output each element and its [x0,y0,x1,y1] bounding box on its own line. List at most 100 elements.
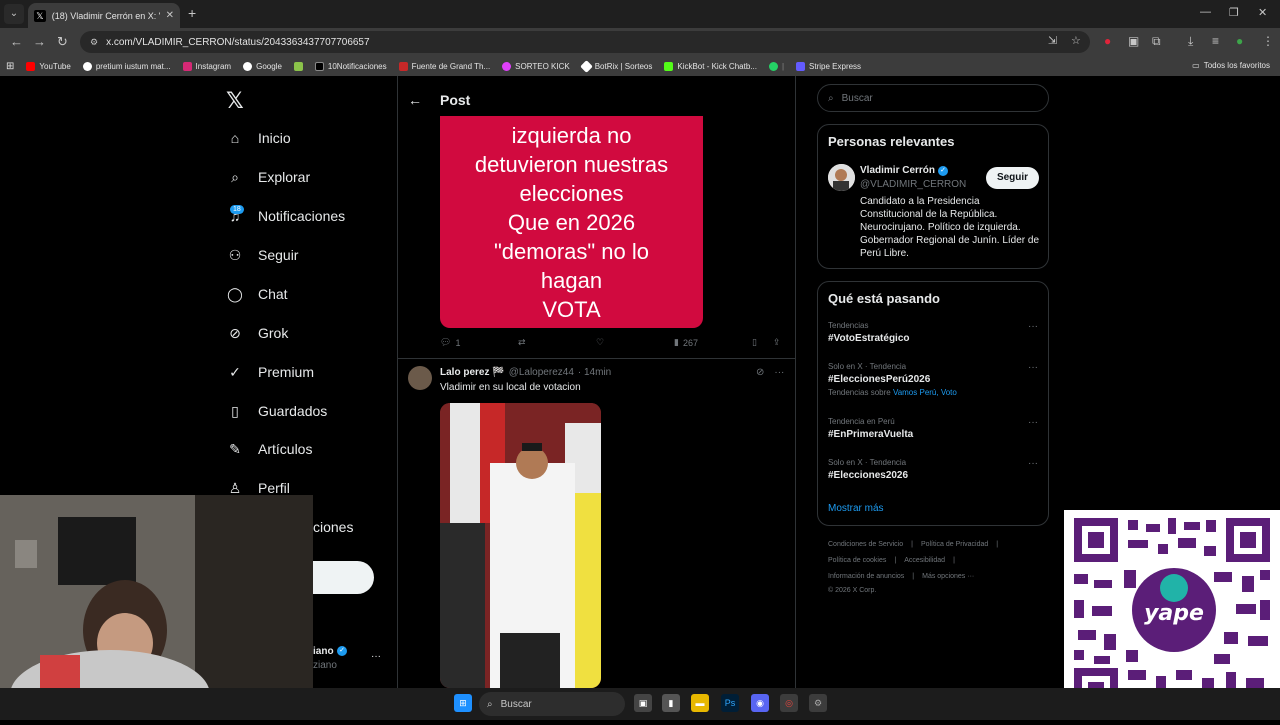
tab-close-icon[interactable]: ✕ [166,10,174,21]
task-view-icon[interactable]: ▣ [634,694,652,712]
bookmark-10notificaciones[interactable]: 10Notificaciones [314,61,387,71]
back-icon[interactable]: ← [10,34,23,49]
footer-link[interactable]: Condiciones de Servicio [828,541,903,548]
bookmark-kickbot[interactable]: KickBot - Kick Chatb... [664,61,757,71]
reply-image[interactable] [440,403,601,688]
bookmark-youtube[interactable]: YouTube [26,61,71,71]
post-image[interactable]: izquierda no detuvieron nuestras eleccio… [440,116,703,328]
reply-author-name[interactable]: Lalo perez 🏁 [440,367,505,378]
account-name-partial[interactable]: iano [313,646,334,657]
trend-more-icon[interactable]: ··· [1028,362,1038,373]
download-icon[interactable]: ⤓ [1188,34,1193,49]
follow-button[interactable]: Seguir [986,167,1039,189]
trend-item[interactable]: Solo en X · Tendencia #Elecciones2026 ··… [828,458,1038,481]
install-app-icon[interactable]: ⇲ [1048,34,1057,47]
chrome-icon[interactable]: ◎ [780,694,798,712]
footer-more-link[interactable]: Más opciones ··· [922,573,974,580]
new-tab-button[interactable]: + [188,5,196,21]
sidebar-item-label: Perfil [258,480,290,496]
window-close-icon[interactable]: ✕ [1258,6,1267,19]
sidebar-item-grok[interactable]: ⊘ Grok [226,324,288,342]
sidebar-item-chat[interactable]: ◯ Chat [226,285,287,303]
x-logo-icon[interactable]: 𝕏 [226,88,244,114]
footer-link[interactable]: Política de Privacidad [921,541,988,548]
avatar[interactable] [828,164,855,191]
extension-red-icon[interactable]: ● [1104,34,1111,48]
account-more-icon[interactable]: ··· [371,651,381,662]
reply-author-handle[interactable]: @Laloperez [509,367,563,378]
sidebar-item-explorar[interactable]: ⌕ Explorar [226,168,310,186]
like-button[interactable]: ♡ [596,337,604,348]
sidebar-item-inicio[interactable]: ⌂ Inicio [226,129,291,147]
apps-icon[interactable]: ⊞ [6,61,14,72]
forward-icon[interactable]: → [33,34,46,49]
sidebar-item-notificaciones[interactable]: ♫ Notificaciones [226,207,345,225]
trend-more-icon[interactable]: ··· [1028,458,1038,469]
reload-icon[interactable]: ↻ [57,34,68,50]
bookmark-instagram[interactable]: Instagram [182,61,231,71]
chrome-menu-icon[interactable]: ⋮ [1262,34,1274,48]
footer-link[interactable]: Política de cookies [828,557,886,564]
botrix-icon [579,59,593,73]
media-icon[interactable]: ≡ [1212,34,1219,48]
trend-more-icon[interactable]: ··· [1028,321,1038,332]
bookmark-pretium[interactable]: pretium iustum mat... [82,61,171,71]
sidebar-item-seguir[interactable]: ⚇ Seguir [226,246,299,264]
extensions-puzzle-icon[interactable]: ⧉ [1152,34,1161,49]
trend-more-icon[interactable]: ··· [1028,417,1038,428]
bookmark-unnamed[interactable] [293,61,303,71]
all-bookmarks-button[interactable]: ▭ Todos los favoritos [1192,61,1270,70]
profile-avatar-icon[interactable]: ● [1236,34,1243,48]
share-button[interactable]: ⇪ [773,337,781,348]
windows-start-icon[interactable]: ⊞ [454,694,472,712]
avatar[interactable] [408,366,432,390]
file-explorer-icon[interactable]: ▬ [691,694,709,712]
taskbar-search[interactable]: ⌕ Buscar [479,692,625,716]
app-icon[interactable]: ⚙ [809,694,827,712]
bookmark-whatsapp[interactable]: | [768,61,784,71]
restore-icon[interactable]: ❐ [1229,6,1239,19]
grok-icon[interactable]: ⊘ [756,367,764,378]
bookmark-google[interactable]: Google [243,61,282,71]
sidebar-item-guardados[interactable]: ▯ Guardados [226,402,327,420]
reply-time[interactable]: · 14min [578,367,611,378]
trend-item[interactable]: Tendencia en Perú #EnPrimeraVuelta ··· [828,417,1038,440]
trend-sub-links[interactable]: Vamos Perú, Voto [893,388,957,397]
image-text-line: VOTA [542,296,601,322]
bookmark-label: 10Notificaciones [327,61,387,71]
extension-icon[interactable]: ▣ [1128,34,1139,48]
article-icon: ✎ [229,441,241,457]
sidebar-item-articulos[interactable]: ✎ Artículos [226,440,312,458]
bookmark-fuente[interactable]: Fuente de Grand Th... [398,61,490,71]
reply-button[interactable]: 💬︎ 1 [440,337,460,348]
sidebar-item-more-partial[interactable]: ciones [313,519,353,535]
bookmark-sorteo-kick[interactable]: SORTEO KICK [502,61,570,71]
bookmark-botrix[interactable]: BotRix | Sorteos [579,59,652,73]
bookmark-button[interactable]: ▯ [752,337,757,348]
all-bookmarks-label: Todos los favoritos [1203,61,1270,70]
bookmark-star-icon[interactable]: ☆ [1071,34,1081,47]
app-icon[interactable]: ▮ [662,694,680,712]
tab-search-button[interactable]: ⌄ [4,4,24,24]
relevant-person-name[interactable]: Vladimir Cerrón ✓ [860,165,949,176]
site-info-icon[interactable]: ⚙ [90,37,98,48]
back-arrow-icon[interactable]: ← [408,92,422,108]
footer-link[interactable]: Accesibilidad [904,557,945,564]
browser-tab[interactable]: 𝕏 (18) Vladimir Cerrón en X: "Pa... ✕ [28,3,180,28]
repost-button[interactable]: ⇄ [518,337,526,348]
more-icon[interactable]: ··· [774,367,784,378]
views-button[interactable]: ▮ 267 [674,337,698,348]
minimize-icon[interactable]: — [1200,6,1211,18]
show-more-link[interactable]: Mostrar más [828,503,884,514]
footer-link[interactable]: Información de anuncios [828,573,904,580]
search-input[interactable]: ⌕ Buscar [817,84,1049,112]
photoshop-icon[interactable]: Ps [721,694,739,712]
address-bar[interactable]: ⚙ x.com/VLADIMIR_CERRON/status/204336343… [80,31,1090,53]
trend-item[interactable]: Tendencias #VotoEstratégico ··· [828,321,1038,344]
font-icon [398,61,408,71]
relevant-person-handle[interactable]: @VLADIMIR_CERRON [860,179,966,190]
trend-item[interactable]: Solo en X · Tendencia #EleccionesPerú202… [828,362,1038,397]
bookmark-stripe[interactable]: Stripe Express [796,61,861,71]
discord-icon[interactable]: ◉ [751,694,769,712]
sidebar-item-premium[interactable]: ✓ Premium [226,363,314,381]
